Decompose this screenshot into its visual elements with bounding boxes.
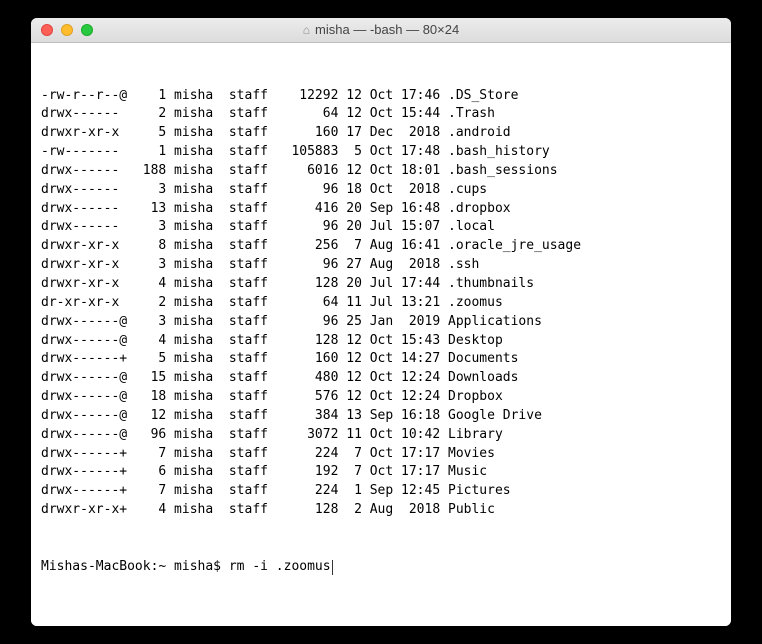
- listing-row: drwx------ 3 misha staff 96 20 Jul 15:07…: [41, 218, 721, 237]
- listing-row: drwxr-xr-x 5 misha staff 160 17 Dec 2018…: [41, 124, 721, 143]
- maximize-icon[interactable]: [81, 24, 93, 36]
- listing-row: drwxr-xr-x 4 misha staff 128 20 Jul 17:4…: [41, 275, 721, 294]
- window-title: ⌂ misha — -bash — 80×24: [31, 22, 731, 37]
- listing-row: drwx------ 13 misha staff 416 20 Sep 16:…: [41, 200, 721, 219]
- listing-row: drwx------@ 12 misha staff 384 13 Sep 16…: [41, 407, 721, 426]
- listing-row: dr-xr-xr-x 2 misha staff 64 11 Jul 13:21…: [41, 294, 721, 313]
- listing-row: drwx------+ 6 misha staff 192 7 Oct 17:1…: [41, 463, 721, 482]
- terminal-window: ⌂ misha — -bash — 80×24 -rw-r--r--@ 1 mi…: [31, 18, 731, 626]
- home-icon: ⌂: [303, 23, 310, 37]
- listing-row: drwx------+ 5 misha staff 160 12 Oct 14:…: [41, 350, 721, 369]
- listing-row: drwx------@ 18 misha staff 576 12 Oct 12…: [41, 388, 721, 407]
- listing-row: drwx------@ 15 misha staff 480 12 Oct 12…: [41, 369, 721, 388]
- listing-row: -rw-r--r--@ 1 misha staff 12292 12 Oct 1…: [41, 87, 721, 106]
- listing-row: drwx------+ 7 misha staff 224 7 Oct 17:1…: [41, 445, 721, 464]
- listing-row: drwx------ 188 misha staff 6016 12 Oct 1…: [41, 162, 721, 181]
- traffic-lights: [31, 24, 93, 36]
- listing-row: -rw------- 1 misha staff 105883 5 Oct 17…: [41, 143, 721, 162]
- terminal-content[interactable]: -rw-r--r--@ 1 misha staff 12292 12 Oct 1…: [31, 43, 731, 626]
- listing-row: drwx------@ 3 misha staff 96 25 Jan 2019…: [41, 313, 721, 332]
- listing-row: drwxr-xr-x 3 misha staff 96 27 Aug 2018 …: [41, 256, 721, 275]
- minimize-icon[interactable]: [61, 24, 73, 36]
- prompt-prefix: Mishas-MacBook:~ misha$: [41, 558, 229, 577]
- prompt-command: rm -i .zoomus: [229, 558, 331, 577]
- listing-row: drwx------+ 7 misha staff 224 1 Sep 12:4…: [41, 482, 721, 501]
- listing-row: drwxr-xr-x+ 4 misha staff 128 2 Aug 2018…: [41, 501, 721, 520]
- file-listing: -rw-r--r--@ 1 misha staff 12292 12 Oct 1…: [41, 87, 721, 520]
- listing-row: drwxr-xr-x 8 misha staff 256 7 Aug 16:41…: [41, 237, 721, 256]
- titlebar: ⌂ misha — -bash — 80×24: [31, 18, 731, 43]
- listing-row: drwx------ 2 misha staff 64 12 Oct 15:44…: [41, 105, 721, 124]
- title-text: misha — -bash — 80×24: [315, 22, 459, 37]
- listing-row: drwx------ 3 misha staff 96 18 Oct 2018 …: [41, 181, 721, 200]
- prompt-line[interactable]: Mishas-MacBook:~ misha$ rm -i .zoomus: [41, 558, 721, 577]
- listing-row: drwx------@ 96 misha staff 3072 11 Oct 1…: [41, 426, 721, 445]
- listing-row: drwx------@ 4 misha staff 128 12 Oct 15:…: [41, 332, 721, 351]
- cursor: [332, 560, 333, 575]
- close-icon[interactable]: [41, 24, 53, 36]
